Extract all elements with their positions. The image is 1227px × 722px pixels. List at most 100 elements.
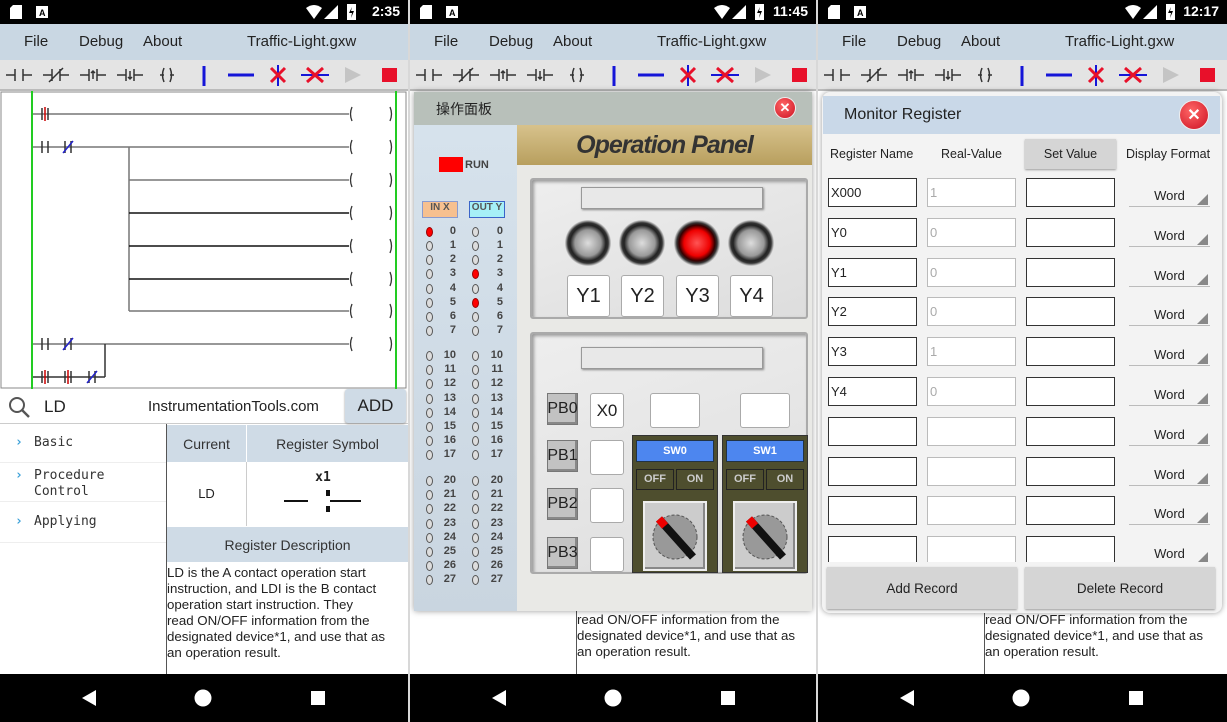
search-icon[interactable]: [8, 396, 32, 418]
nc-contact-icon[interactable]: [41, 64, 71, 86]
set-value-input[interactable]: [1026, 416, 1115, 446]
no-contact-icon[interactable]: [4, 64, 34, 86]
add-record-button[interactable]: Add Record: [827, 567, 1017, 609]
menu-debug[interactable]: Debug: [489, 33, 533, 50]
lamp-label[interactable]: Y1: [567, 275, 610, 317]
delete-vertical-icon[interactable]: [1081, 64, 1111, 86]
home-icon[interactable]: [1012, 689, 1030, 707]
register-name-input[interactable]: Y2: [828, 297, 917, 327]
push-button[interactable]: PB2: [547, 488, 578, 520]
category-item[interactable]: › Procedure Control: [0, 464, 166, 502]
menu-about[interactable]: About: [961, 33, 1000, 50]
stop-icon[interactable]: [374, 64, 404, 86]
vertical-line-icon[interactable]: [599, 64, 629, 86]
category-item[interactable]: › Basic: [0, 424, 166, 463]
switch-off[interactable]: OFF: [726, 469, 764, 490]
set-value-input[interactable]: [1026, 257, 1115, 287]
close-icon[interactable]: ✕: [1179, 100, 1209, 130]
rising-contact-icon[interactable]: [78, 64, 108, 86]
delete-horizontal-icon[interactable]: [300, 64, 330, 86]
set-value-input[interactable]: [1026, 536, 1115, 562]
push-button-address[interactable]: [590, 537, 624, 572]
back-icon[interactable]: [82, 690, 96, 706]
delete-record-button[interactable]: Delete Record: [1025, 567, 1215, 609]
rotary-knob-icon[interactable]: [733, 501, 797, 571]
coil-icon[interactable]: [970, 64, 1000, 86]
switch-on[interactable]: ON: [766, 469, 804, 490]
set-value-input[interactable]: [1026, 337, 1115, 367]
back-icon[interactable]: [900, 690, 914, 706]
selector-switch[interactable]: SW0 OFF ON: [632, 435, 718, 573]
horizontal-line-icon[interactable]: [226, 64, 256, 86]
recents-icon[interactable]: [721, 691, 735, 705]
run-icon[interactable]: [747, 64, 777, 86]
register-name-input[interactable]: [828, 536, 917, 562]
close-icon[interactable]: ✕: [774, 97, 796, 119]
menu-file[interactable]: File: [842, 33, 866, 50]
home-icon[interactable]: [194, 689, 212, 707]
display-format-select[interactable]: Word: [1129, 265, 1210, 287]
display-format-select[interactable]: Word: [1129, 225, 1210, 247]
horizontal-line-icon[interactable]: [636, 64, 666, 86]
nc-contact-icon[interactable]: [859, 64, 889, 86]
display-format-select[interactable]: Word: [1129, 384, 1210, 406]
delete-horizontal-icon[interactable]: [1118, 64, 1148, 86]
menu-about[interactable]: About: [143, 33, 182, 50]
push-button[interactable]: PB1: [547, 440, 578, 472]
register-name-input[interactable]: Y1: [828, 257, 917, 287]
push-button[interactable]: PB0: [547, 393, 578, 425]
register-name-input[interactable]: X000: [828, 178, 917, 207]
set-value-input[interactable]: [1026, 377, 1115, 406]
no-contact-icon[interactable]: [822, 64, 852, 86]
delete-vertical-icon[interactable]: [673, 64, 703, 86]
search-input[interactable]: LD: [44, 397, 66, 417]
falling-contact-icon[interactable]: [525, 64, 555, 86]
horizontal-line-icon[interactable]: [1044, 64, 1074, 86]
menu-file[interactable]: File: [434, 33, 458, 50]
display-format-select[interactable]: Word: [1129, 503, 1210, 526]
set-value-input[interactable]: [1026, 217, 1115, 247]
push-button-address[interactable]: [590, 488, 624, 523]
rising-contact-icon[interactable]: [488, 64, 518, 86]
stop-icon[interactable]: [784, 64, 814, 86]
rotary-knob-icon[interactable]: [643, 501, 707, 571]
switch-off[interactable]: OFF: [636, 469, 674, 490]
run-icon[interactable]: [1155, 64, 1185, 86]
register-name-input[interactable]: [828, 416, 917, 446]
rising-contact-icon[interactable]: [896, 64, 926, 86]
register-list[interactable]: X000 1 Word Y0 0 Word Y1 0 Word Y2 0 Word Y3 1 Word Y4 0…: [822, 176, 1222, 562]
falling-contact-icon[interactable]: [933, 64, 963, 86]
set-value-input[interactable]: [1026, 496, 1115, 526]
run-icon[interactable]: [337, 64, 367, 86]
display-format-select[interactable]: Word: [1129, 304, 1210, 327]
push-button-address[interactable]: X0: [590, 393, 624, 428]
address-box[interactable]: [740, 393, 790, 428]
home-icon[interactable]: [604, 689, 622, 707]
display-format-select[interactable]: Word: [1129, 543, 1210, 562]
ladder-diagram[interactable]: [0, 91, 408, 391]
stop-icon[interactable]: [1192, 64, 1222, 86]
category-item[interactable]: › Applying: [0, 503, 166, 543]
set-value-input[interactable]: [1026, 297, 1115, 327]
register-name-input[interactable]: Y0: [828, 217, 917, 247]
address-box[interactable]: [650, 393, 700, 428]
vertical-line-icon[interactable]: [189, 64, 219, 86]
back-icon[interactable]: [492, 690, 506, 706]
display-format-select[interactable]: Word: [1129, 464, 1210, 486]
switch-on[interactable]: ON: [676, 469, 714, 490]
set-value-input[interactable]: [1026, 178, 1115, 207]
recents-icon[interactable]: [1129, 691, 1143, 705]
set-value-button[interactable]: Set Value: [1025, 139, 1116, 169]
register-name-input[interactable]: [828, 496, 917, 526]
no-contact-icon[interactable]: [414, 64, 444, 86]
lamp-label[interactable]: Y3: [676, 275, 719, 317]
vertical-line-icon[interactable]: [1007, 64, 1037, 86]
menu-debug[interactable]: Debug: [897, 33, 941, 50]
menu-about[interactable]: About: [553, 33, 592, 50]
add-button[interactable]: ADD: [345, 389, 406, 423]
display-format-select[interactable]: Word: [1129, 185, 1210, 207]
recents-icon[interactable]: [311, 691, 325, 705]
register-name-input[interactable]: [828, 456, 917, 486]
push-button[interactable]: PB3: [547, 537, 578, 569]
lamp-label[interactable]: Y2: [621, 275, 664, 317]
